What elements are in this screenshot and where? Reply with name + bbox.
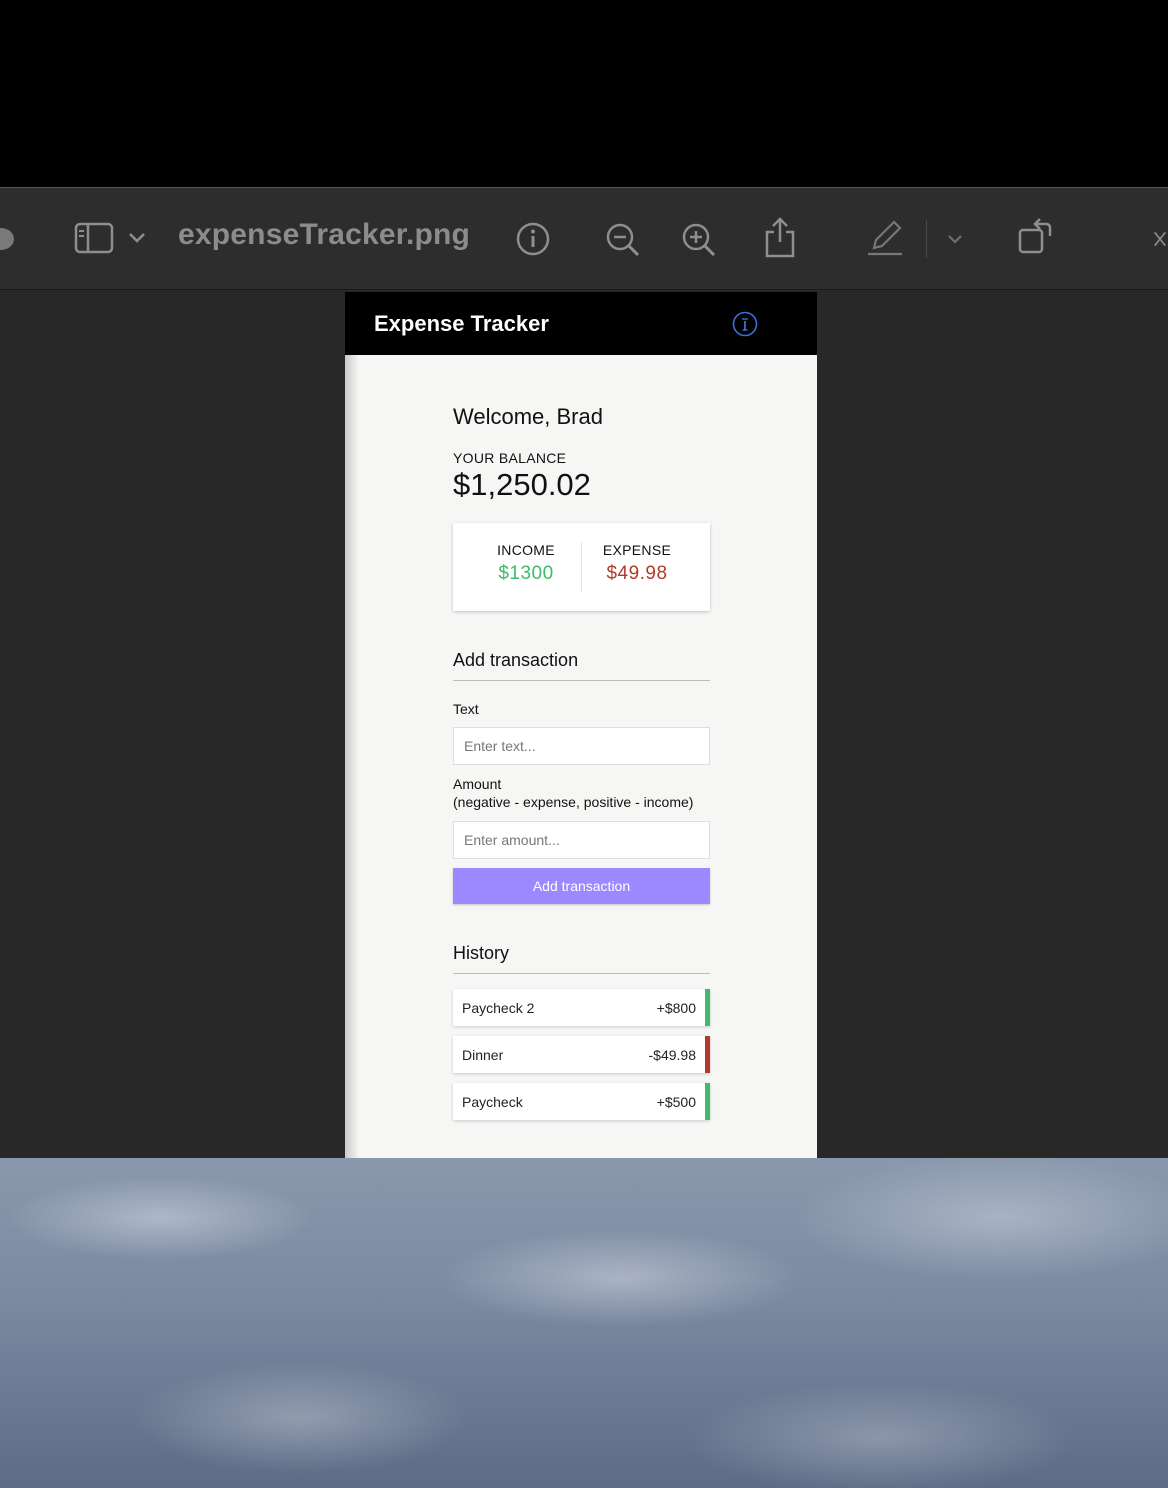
zoom-out-icon[interactable] — [604, 221, 642, 259]
desktop-wallpaper-top — [0, 0, 1168, 187]
text-input[interactable] — [453, 727, 710, 765]
balance-label: YOUR BALANCE — [453, 450, 567, 466]
amount-input[interactable] — [453, 821, 710, 859]
rotate-icon[interactable] — [1016, 216, 1056, 256]
history-divider — [453, 973, 710, 974]
add-transaction-button[interactable]: Add transaction — [453, 868, 710, 904]
desktop-wallpaper-bottom — [0, 1158, 1168, 1488]
history-item-text: Paycheck — [462, 1094, 523, 1110]
expense-indicator-bar — [705, 1036, 710, 1073]
toolbar-separator — [926, 220, 927, 258]
markup-pen-icon[interactable] — [866, 218, 904, 258]
history-item[interactable]: Dinner -$49.98 — [453, 1036, 710, 1073]
income-expense-card: INCOME $1300 EXPENSE $49.98 — [453, 523, 710, 611]
history-heading: History — [453, 943, 510, 963]
history-list: Paycheck 2 +$800 Dinner -$49.98 Paycheck… — [453, 989, 710, 1130]
chevron-down-icon[interactable] — [128, 230, 146, 244]
text-field-label: Text — [453, 701, 479, 717]
income-label: INCOME — [497, 542, 555, 558]
zoom-in-icon[interactable] — [680, 221, 718, 259]
history-item[interactable]: Paycheck 2 +$800 — [453, 989, 710, 1026]
income-indicator-bar — [705, 1083, 710, 1120]
expense-tracker-app-image: Expense Tracker Welcome, Brad YOUR BALAN… — [345, 292, 817, 1158]
balance-value: $1,250.02 — [453, 467, 591, 502]
amount-field-hint: (negative - expense, positive - income) — [453, 794, 694, 810]
info-icon[interactable] — [515, 221, 551, 257]
share-icon[interactable] — [762, 216, 798, 258]
sidebar-icon[interactable] — [74, 222, 114, 254]
history-item-text: Paycheck 2 — [462, 1000, 535, 1016]
markup-chevron-icon[interactable] — [946, 233, 964, 245]
window-control-dot[interactable] — [0, 228, 14, 250]
preview-toolbar: expenseTracker.png — [0, 187, 1168, 290]
income-indicator-bar — [705, 989, 710, 1026]
add-transaction-heading: Add transaction — [453, 650, 579, 670]
close-icon[interactable] — [1152, 226, 1168, 252]
expense-label: EXPENSE — [602, 542, 672, 558]
document-title: expenseTracker.png — [178, 218, 471, 251]
history-item-amount: +$500 — [656, 1094, 696, 1110]
history-item-amount: +$800 — [656, 1000, 696, 1016]
income-value: $1300 — [498, 563, 554, 584]
history-item[interactable]: Paycheck +$500 — [453, 1083, 710, 1120]
history-item-amount: -$49.98 — [648, 1047, 696, 1063]
app-title: Expense Tracker — [374, 311, 549, 336]
history-item-text: Dinner — [462, 1047, 504, 1063]
info-icon[interactable] — [732, 311, 758, 337]
welcome-heading: Welcome, Brad — [453, 404, 603, 429]
section-divider — [453, 680, 710, 681]
expense-value: $49.98 — [606, 563, 668, 584]
expense-column: EXPENSE $49.98 — [573, 542, 701, 585]
income-column: INCOME $1300 — [462, 542, 590, 585]
app-header: Expense Tracker — [345, 292, 817, 355]
amount-field-label: Amount — [453, 776, 502, 792]
